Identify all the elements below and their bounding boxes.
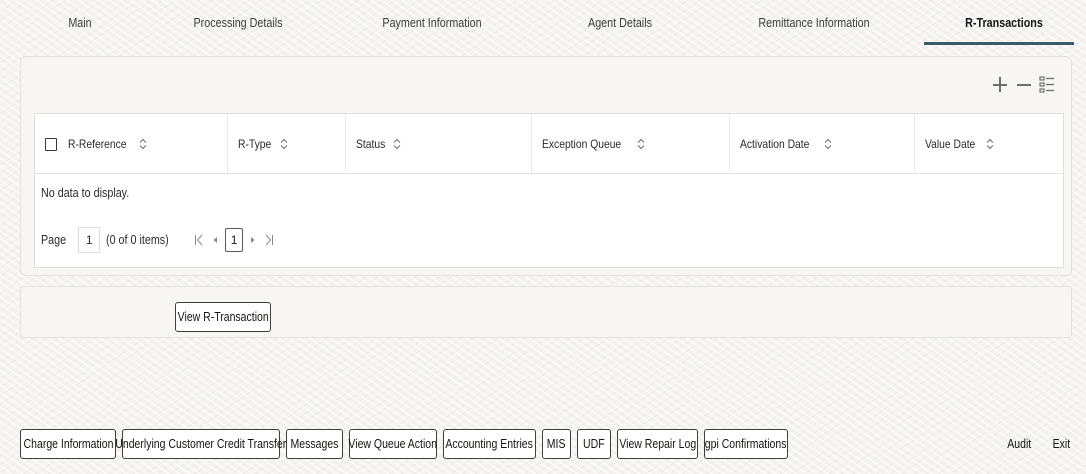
underlying-customer-credit-transfer-button[interactable]: Underlying Customer Credit Transfer	[116, 429, 286, 459]
column-label: Activation Date	[740, 137, 810, 151]
button-label: Audit	[1007, 437, 1031, 451]
column-label: R-Type	[238, 137, 272, 151]
grid-toolbar	[991, 75, 1057, 95]
select-all-checkbox[interactable]	[45, 137, 57, 151]
column-label: Exception Queue	[542, 137, 622, 151]
plus-icon[interactable]	[991, 75, 1009, 95]
column-list-icon[interactable]	[1039, 75, 1057, 95]
tab-payment-information[interactable]: Payment Information	[372, 0, 492, 46]
messages-button[interactable]: Messages	[286, 429, 343, 459]
button-label: UDF	[583, 437, 605, 451]
column-header-r-reference[interactable]: R-Reference	[35, 114, 228, 174]
page-number-input[interactable]: 1	[78, 227, 101, 253]
minus-icon[interactable]	[1015, 75, 1033, 95]
button-label: View Repair Log	[619, 437, 696, 451]
sort-icon[interactable]	[279, 138, 289, 150]
accounting-entries-button[interactable]: Accounting Entries	[443, 429, 536, 459]
column-header-status[interactable]: Status	[346, 114, 532, 174]
page-navigation: 1	[193, 228, 275, 252]
first-page-icon[interactable]	[193, 231, 205, 249]
tab-bar: Main Processing Details Payment Informat…	[0, 0, 1086, 46]
r-transaction-actions-panel: View R-Transaction	[20, 286, 1072, 338]
exit-button[interactable]: Exit	[1044, 429, 1078, 459]
column-header-value-date[interactable]: Value Date	[915, 114, 1065, 174]
button-label: Accounting Entries	[445, 437, 534, 451]
button-label: Messages	[290, 437, 339, 451]
tab-agent-details[interactable]: Agent Details	[573, 0, 668, 46]
button-label: Charge Information	[23, 437, 113, 451]
pagination: Page 1 (0 of 0 items) 1	[41, 226, 275, 254]
sort-icon[interactable]	[392, 138, 402, 150]
column-header-exception-queue[interactable]: Exception Queue	[532, 114, 730, 174]
last-page-icon[interactable]	[263, 231, 275, 249]
button-label: View R-Transaction	[177, 310, 269, 324]
active-tab-indicator	[924, 42, 1074, 45]
column-label: Status	[356, 137, 386, 151]
tab-remittance-information[interactable]: Remittance Information	[745, 0, 883, 46]
button-label: Underlying Customer Credit Transfer	[115, 437, 287, 451]
button-label: View Queue Action	[348, 437, 438, 451]
button-label: Exit	[1052, 437, 1070, 451]
page-label: Page	[41, 233, 67, 247]
view-repair-log-button[interactable]: View Repair Log	[617, 429, 698, 459]
column-label: R-Reference	[68, 137, 127, 151]
charge-information-button[interactable]: Charge Information	[20, 429, 116, 459]
previous-page-icon[interactable]	[209, 231, 221, 249]
r-transactions-panel: R-Reference R-Type Status Exception Queu…	[20, 56, 1072, 276]
sort-icon[interactable]	[138, 138, 148, 150]
sort-icon[interactable]	[636, 138, 646, 150]
table-header: R-Reference R-Type Status Exception Queu…	[35, 114, 1063, 174]
tab-r-transactions[interactable]: R-Transactions	[952, 0, 1055, 46]
column-header-activation-date[interactable]: Activation Date	[730, 114, 915, 174]
mis-button[interactable]: MIS	[542, 429, 571, 459]
button-label: MIS	[547, 437, 566, 451]
items-count: (0 of 0 items)	[106, 233, 169, 247]
button-label: gpi Confirmations	[705, 437, 787, 451]
sort-icon[interactable]	[985, 138, 995, 150]
next-page-icon[interactable]	[247, 231, 259, 249]
tab-main[interactable]: Main	[46, 0, 115, 46]
footer-toolbar: Charge Information Underlying Customer C…	[0, 425, 1086, 474]
audit-button[interactable]: Audit	[998, 429, 1040, 459]
view-queue-action-button[interactable]: View Queue Action	[349, 429, 437, 459]
column-header-r-type[interactable]: R-Type	[228, 114, 346, 174]
udf-button[interactable]: UDF	[577, 429, 611, 459]
gpi-confirmations-button[interactable]: gpi Confirmations	[704, 429, 788, 459]
r-transactions-table: R-Reference R-Type Status Exception Queu…	[34, 113, 1064, 268]
tab-processing-details[interactable]: Processing Details	[186, 0, 289, 46]
empty-table-message: No data to display.	[41, 186, 130, 200]
view-r-transaction-button[interactable]: View R-Transaction	[175, 302, 271, 332]
sort-icon[interactable]	[823, 138, 833, 150]
column-label: Value Date	[925, 137, 976, 151]
current-page-button[interactable]: 1	[225, 228, 244, 252]
